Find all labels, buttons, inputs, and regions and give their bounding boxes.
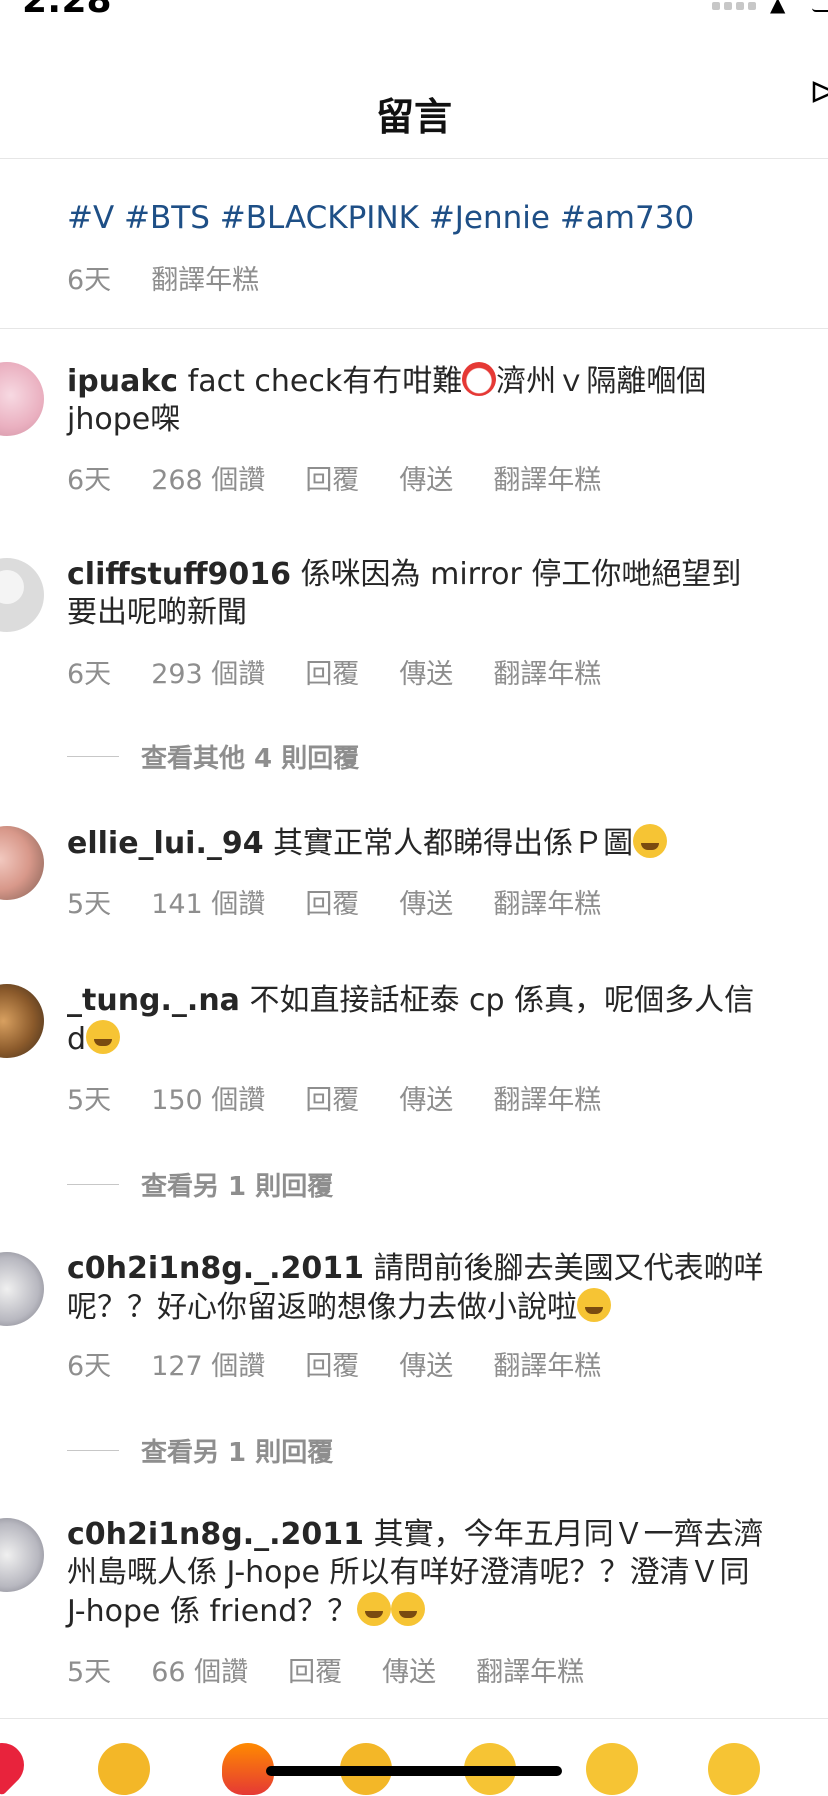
- comment-username[interactable]: ipuakc: [67, 364, 178, 399]
- unamused-face-icon: [633, 824, 668, 858]
- avatar[interactable]: [0, 1518, 44, 1592]
- view-replies-button[interactable]: 查看另 1 則回覆: [67, 1432, 333, 1469]
- laughing-tears-icon: [357, 1592, 392, 1626]
- reply-button[interactable]: 回覆: [305, 882, 359, 921]
- avatar[interactable]: [0, 1252, 44, 1326]
- quick-emoji-bar: [0, 1718, 828, 1796]
- home-indicator[interactable]: [266, 1766, 562, 1776]
- comment-likes[interactable]: 268 個讚: [151, 458, 265, 497]
- comment-meta: 6天 268 個讚 回覆 傳送 翻譯年糕: [67, 458, 601, 497]
- reply-button[interactable]: 回覆: [305, 1344, 359, 1383]
- divider-line: [67, 756, 119, 757]
- avatar[interactable]: [0, 826, 44, 900]
- view-replies-button[interactable]: 查看其他 4 則回覆: [67, 738, 359, 775]
- caption-meta: 6天 翻譯年糕: [67, 258, 259, 297]
- comment-likes[interactable]: 150 個讚: [151, 1078, 265, 1117]
- laughing-tears-icon: [391, 1592, 426, 1626]
- view-replies-button[interactable]: 查看另 1 則回覆: [67, 1166, 333, 1203]
- send-button[interactable]: 傳送: [399, 458, 453, 497]
- comment-age: 6天: [67, 1351, 112, 1382]
- comment-likes[interactable]: 141 個讚: [151, 882, 265, 921]
- post-caption: #V #BTS #BLACKPINK #Jennie #am730 6天 翻譯年…: [0, 158, 828, 329]
- comment-meta: 5天 141 個讚 回覆 傳送 翻譯年糕: [67, 882, 601, 921]
- comment-username[interactable]: cliffstuff9016: [67, 557, 291, 592]
- send-button[interactable]: 傳送: [382, 1650, 436, 1689]
- translate-link[interactable]: 翻譯年糕: [493, 1344, 601, 1383]
- comment-likes[interactable]: 293 個讚: [151, 652, 265, 691]
- send-button[interactable]: 傳送: [399, 1344, 453, 1383]
- surprised-face-icon[interactable]: [708, 1743, 760, 1795]
- comment-text: c0h2i1n8g._.2011 其實，今年五月同Ｖ一齊去濟州島嘅人係 J-ho…: [67, 1516, 767, 1631]
- divider-line: [67, 1184, 119, 1185]
- comment-username[interactable]: c0h2i1n8g._.2011: [67, 1251, 364, 1286]
- view-replies-label: 查看另 1 則回覆: [141, 1438, 334, 1468]
- comment-username[interactable]: ellie_lui._94: [67, 826, 264, 861]
- comment-text: cliffstuff9016 係咪因為 mirror 停工你哋絕望到要出呢啲新聞: [67, 556, 767, 632]
- heart-icon[interactable]: [0, 1733, 34, 1796]
- avatar[interactable]: [0, 984, 44, 1058]
- laughing-tears-icon: [86, 1020, 121, 1054]
- comment-text: ipuakc fact check有冇咁難 濟州ｖ隔離嗰個jhope㗎: [67, 362, 767, 439]
- clown-face-icon: [462, 362, 497, 396]
- caption-hashtags[interactable]: #V #BTS #BLACKPINK #Jennie #am730: [67, 200, 694, 236]
- comment-text: _tung._.na 不如直接話柾泰 cp 係真，呢個多人信 d: [67, 982, 767, 1059]
- status-time: 2:28: [22, 0, 112, 21]
- comment-username[interactable]: _tung._.na: [67, 983, 240, 1018]
- send-button[interactable]: 傳送: [399, 882, 453, 921]
- comment-meta: 5天 66 個讚 回覆 傳送 翻譯年糕: [67, 1650, 584, 1689]
- send-button[interactable]: 傳送: [399, 1078, 453, 1117]
- comment-meta: 5天 150 個讚 回覆 傳送 翻譯年糕: [67, 1078, 601, 1117]
- reply-button[interactable]: 回覆: [305, 1078, 359, 1117]
- reply-button[interactable]: 回覆: [305, 652, 359, 691]
- reply-button[interactable]: 回覆: [305, 458, 359, 497]
- status-bar: 2:28 ▲: [0, 0, 828, 21]
- comment-likes[interactable]: 127 個讚: [151, 1344, 265, 1383]
- comment-age: 5天: [67, 1085, 112, 1116]
- wifi-icon: ▲: [770, 0, 786, 16]
- view-replies-label: 查看另 1 則回覆: [141, 1172, 334, 1202]
- comment-text-part: 其實正常人都睇得出係Ｐ圖: [273, 826, 634, 861]
- page-title: 留言: [375, 95, 452, 139]
- comment-meta: 6天 127 個讚 回覆 傳送 翻譯年糕: [67, 1344, 601, 1383]
- avatar[interactable]: [0, 558, 44, 632]
- translate-link[interactable]: 翻譯年糕: [493, 458, 601, 497]
- comment-username[interactable]: c0h2i1n8g._.2011: [67, 1517, 364, 1552]
- comment-age: 5天: [67, 889, 112, 920]
- translate-link[interactable]: 翻譯年糕: [493, 882, 601, 921]
- comment-text: c0h2i1n8g._.2011 請問前後腳去美國又代表啲咩呢？？好心你留返啲想…: [67, 1250, 767, 1327]
- translate-link[interactable]: 翻譯年糕: [493, 1078, 601, 1117]
- comment-text-part: fact check有冇咁難: [187, 364, 463, 399]
- caption-translate-link[interactable]: 翻譯年糕: [151, 258, 259, 297]
- divider-line: [67, 1450, 119, 1451]
- reply-button[interactable]: 回覆: [288, 1650, 342, 1689]
- comment-text: ellie_lui._94 其實正常人都睇得出係Ｐ圖: [67, 824, 767, 863]
- comment-age: 5天: [67, 1657, 112, 1688]
- translate-link[interactable]: 翻譯年糕: [476, 1650, 584, 1689]
- sweat-smile-icon: [577, 1288, 611, 1322]
- heart-eyes-icon[interactable]: [586, 1743, 638, 1795]
- translate-link[interactable]: 翻譯年糕: [493, 652, 601, 691]
- comment-meta: 6天 293 個讚 回覆 傳送 翻譯年糕: [67, 652, 601, 691]
- comments-header: 留言: [0, 64, 828, 159]
- raising-hands-icon[interactable]: [98, 1743, 150, 1795]
- caption-age: 6天: [67, 265, 112, 296]
- send-button[interactable]: 傳送: [399, 652, 453, 691]
- avatar[interactable]: [0, 362, 44, 436]
- cellular-signal-icon: [712, 2, 756, 10]
- view-replies-label: 查看其他 4 則回覆: [141, 744, 360, 774]
- comment-age: 6天: [67, 659, 112, 690]
- comment-age: 6天: [67, 465, 112, 496]
- battery-icon: [812, 0, 828, 12]
- comment-likes[interactable]: 66 個讚: [151, 1650, 248, 1689]
- send-icon[interactable]: [812, 80, 828, 104]
